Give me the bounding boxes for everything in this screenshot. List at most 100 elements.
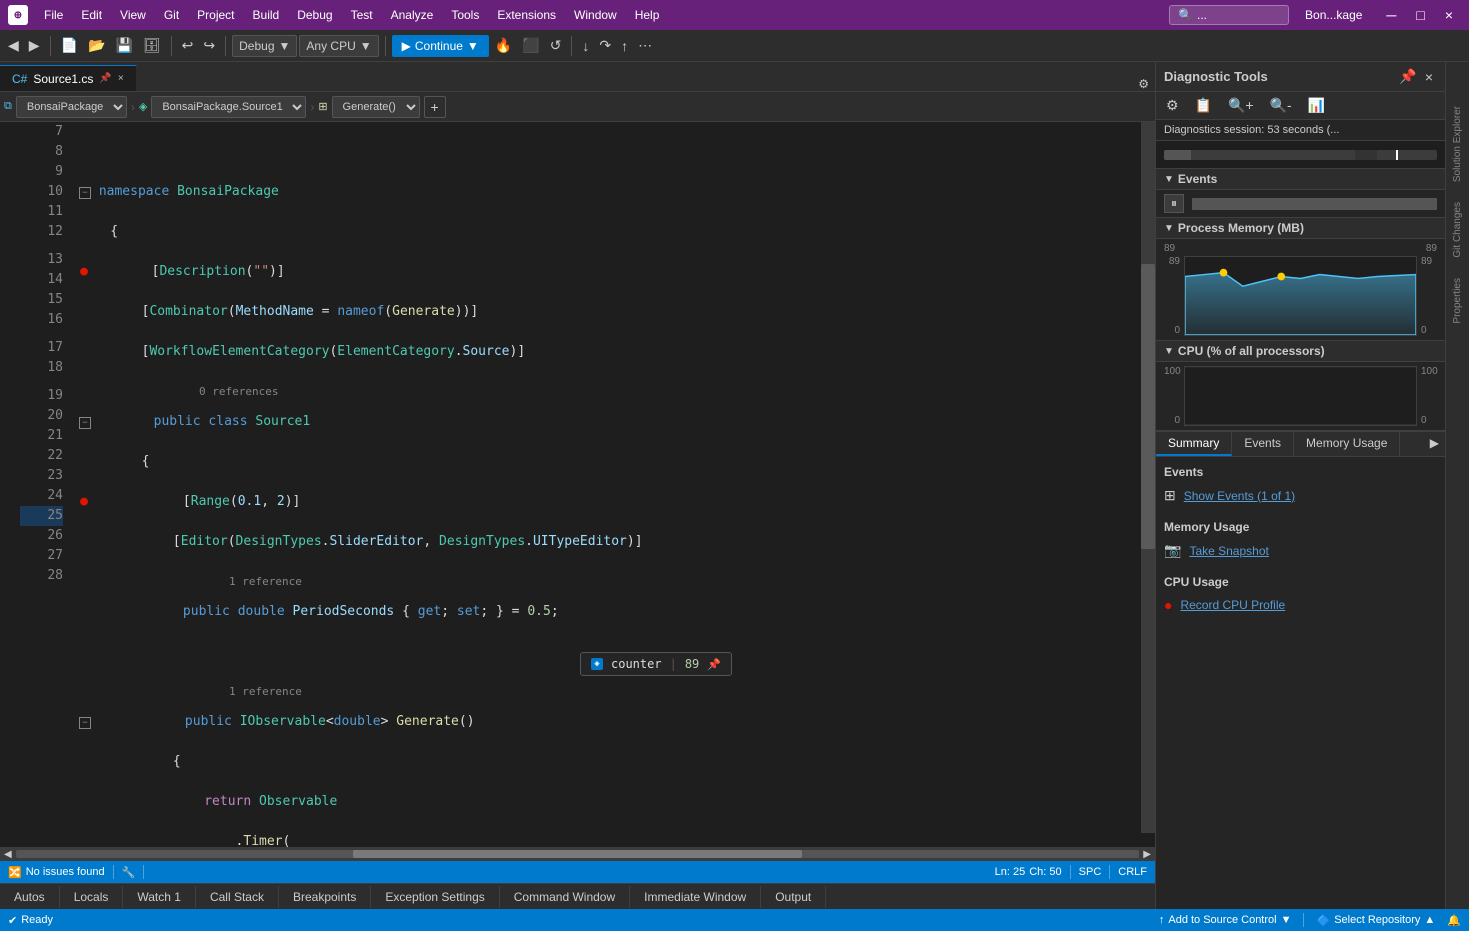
bottom-right-actions: ↑ Add to Source Control ▼ 🔷 Select Repos… [1159, 913, 1461, 927]
quick-launch[interactable]: 🔍 ... [1169, 5, 1289, 25]
close-button[interactable]: × [1437, 5, 1461, 25]
forward-button[interactable]: ▶ [25, 35, 44, 56]
hscroll-thumb[interactable] [353, 850, 802, 858]
diag-zoom-in-button[interactable]: 🔍+ [1222, 95, 1260, 116]
diag-chart-button[interactable]: 📊 [1302, 95, 1331, 116]
menu-view[interactable]: View [112, 6, 154, 24]
maximize-button[interactable]: □ [1408, 5, 1432, 25]
save-all-button[interactable]: 🗄 [139, 35, 165, 56]
continue-dropdown-arrow[interactable]: ▼ [467, 39, 479, 53]
restart-button[interactable]: ↺ [546, 35, 566, 56]
diag-tab-events[interactable]: Events [1232, 432, 1294, 456]
debug-tab-autos[interactable]: Autos [0, 886, 60, 908]
tab-close-button[interactable]: × [118, 73, 124, 84]
properties-label[interactable]: Properties [1450, 274, 1465, 328]
cpu-dropdown[interactable]: Any CPU ▼ [299, 35, 378, 57]
git-changes-label[interactable]: Git Changes [1450, 198, 1465, 262]
debug-mode-dropdown[interactable]: Debug ▼ [232, 35, 297, 57]
add-to-source-control-button[interactable]: ↑ Add to Source Control ▼ [1159, 914, 1292, 926]
diag-close-button[interactable]: × [1421, 67, 1437, 87]
namespace-dropdown[interactable]: BonsaiPackage [16, 96, 127, 118]
debug-tab-exception[interactable]: Exception Settings [371, 886, 499, 908]
menu-test[interactable]: Test [343, 6, 381, 24]
step-into-button[interactable]: ↓ [578, 36, 593, 56]
diag-zoom-out-button[interactable]: 🔍- [1264, 95, 1298, 116]
git-status[interactable]: 🔀 No issues found [8, 866, 105, 879]
menu-git[interactable]: Git [156, 6, 187, 24]
stop-button[interactable]: ⬛ [518, 35, 543, 56]
record-cpu-link[interactable]: Record CPU Profile [1180, 598, 1285, 612]
solution-explorer-label[interactable]: Solution Explorer [1450, 102, 1465, 186]
menu-window[interactable]: Window [566, 6, 625, 24]
editor-hscroll[interactable]: ◀ ▶ [0, 847, 1155, 861]
save-button[interactable]: 💾 [111, 35, 136, 56]
debug-tab-watch1[interactable]: Watch 1 [123, 886, 196, 908]
settings-icon[interactable]: ⚙ [1132, 77, 1155, 91]
diag-timeline[interactable] [1156, 141, 1445, 169]
add-section-button[interactable]: + [424, 96, 446, 118]
events-section-header[interactable]: ▼ Events [1156, 169, 1445, 190]
debug-tab-output[interactable]: Output [761, 886, 826, 908]
show-events-link[interactable]: Show Events (1 of 1) [1184, 489, 1295, 503]
step-out-button[interactable]: ↑ [617, 36, 632, 56]
continue-button[interactable]: ▶ Continue ▼ [392, 35, 489, 57]
debug-tab-locals[interactable]: Locals [60, 886, 124, 908]
menu-help[interactable]: Help [627, 6, 668, 24]
pin-icon[interactable]: 📌 [99, 73, 111, 84]
diag-select-events-button[interactable]: 📋 [1189, 95, 1218, 116]
diag-settings-button[interactable]: ⚙ [1160, 95, 1185, 116]
encoding-label[interactable]: SPC [1079, 866, 1102, 878]
scroll-left-button[interactable]: ◀ [0, 849, 16, 860]
scroll-thumb[interactable] [1141, 264, 1155, 548]
diag-pin-button[interactable]: 📌 [1395, 66, 1420, 87]
notifications-bell[interactable]: 🔔 [1447, 914, 1461, 927]
code-editor[interactable]: 7 8 9 10 11 12 13 14 15 16 17 18 19 20 2… [0, 122, 1155, 847]
back-button[interactable]: ◀ [4, 35, 23, 56]
collapse-icon-19[interactable]: − [79, 717, 91, 729]
undo-button[interactable]: ↩ [178, 35, 198, 56]
timeline-track[interactable] [1164, 150, 1437, 160]
collapse-icon-8[interactable]: − [79, 187, 91, 199]
diag-tab-summary[interactable]: Summary [1156, 432, 1232, 456]
diag-tab-memory[interactable]: Memory Usage [1294, 432, 1400, 456]
editor-tab-source1[interactable]: C# Source1.cs 📌 × [0, 65, 137, 91]
more-debug-buttons[interactable]: ⋯ [634, 35, 656, 56]
select-repository-button[interactable]: 🔷 Select Repository ▲ [1316, 914, 1435, 927]
diag-tabs-scroll-right[interactable]: ▶ [1424, 432, 1445, 456]
refactor-icon[interactable]: 🔧 [122, 866, 136, 879]
step-over-button[interactable]: ↷ [595, 35, 615, 56]
debug-tab-command[interactable]: Command Window [500, 886, 630, 908]
collapse-icon-13[interactable]: − [79, 417, 91, 429]
menu-tools[interactable]: Tools [443, 6, 487, 24]
datatip-pin-button[interactable]: 📌 [707, 658, 721, 671]
events-timeline-bar[interactable] [1192, 198, 1437, 210]
editor-vscroll[interactable] [1141, 122, 1155, 833]
debug-tab-immediate[interactable]: Immediate Window [630, 886, 761, 908]
take-snapshot-link[interactable]: Take Snapshot [1189, 544, 1268, 558]
select-repo-dropdown[interactable]: ▲ [1424, 914, 1435, 926]
menu-debug[interactable]: Debug [289, 6, 340, 24]
menu-project[interactable]: Project [189, 6, 242, 24]
menu-edit[interactable]: Edit [73, 6, 110, 24]
menu-extensions[interactable]: Extensions [489, 6, 564, 24]
cpu-section-header[interactable]: ▼ CPU (% of all processors) [1156, 341, 1445, 362]
type-dropdown[interactable]: BonsaiPackage.Source1 [151, 96, 306, 118]
pause-events-button[interactable]: ⏸ [1164, 194, 1184, 213]
debug-tab-callstack[interactable]: Call Stack [196, 886, 279, 908]
process-memory-header[interactable]: ▼ Process Memory (MB) [1156, 218, 1445, 239]
add-source-dropdown[interactable]: ▼ [1281, 914, 1292, 926]
new-file-button[interactable]: 📄 [57, 35, 82, 56]
open-button[interactable]: 📂 [84, 35, 109, 56]
menu-build[interactable]: Build [245, 6, 288, 24]
line-ending-label[interactable]: CRLF [1118, 866, 1147, 878]
menu-file[interactable]: File [36, 6, 71, 24]
hot-reload-button[interactable]: 🔥 [491, 35, 516, 56]
minimize-button[interactable]: ─ [1378, 5, 1404, 25]
menu-analyze[interactable]: Analyze [383, 6, 442, 24]
method-dropdown[interactable]: Generate() [332, 96, 420, 118]
debug-tab-breakpoints[interactable]: Breakpoints [279, 886, 371, 908]
redo-button[interactable]: ↪ [199, 35, 219, 56]
scroll-right-button[interactable]: ▶ [1139, 849, 1155, 860]
hscroll-track[interactable] [16, 850, 1140, 858]
code-content[interactable]: − namespace BonsaiPackage { ● [Descripti… [71, 122, 1155, 847]
